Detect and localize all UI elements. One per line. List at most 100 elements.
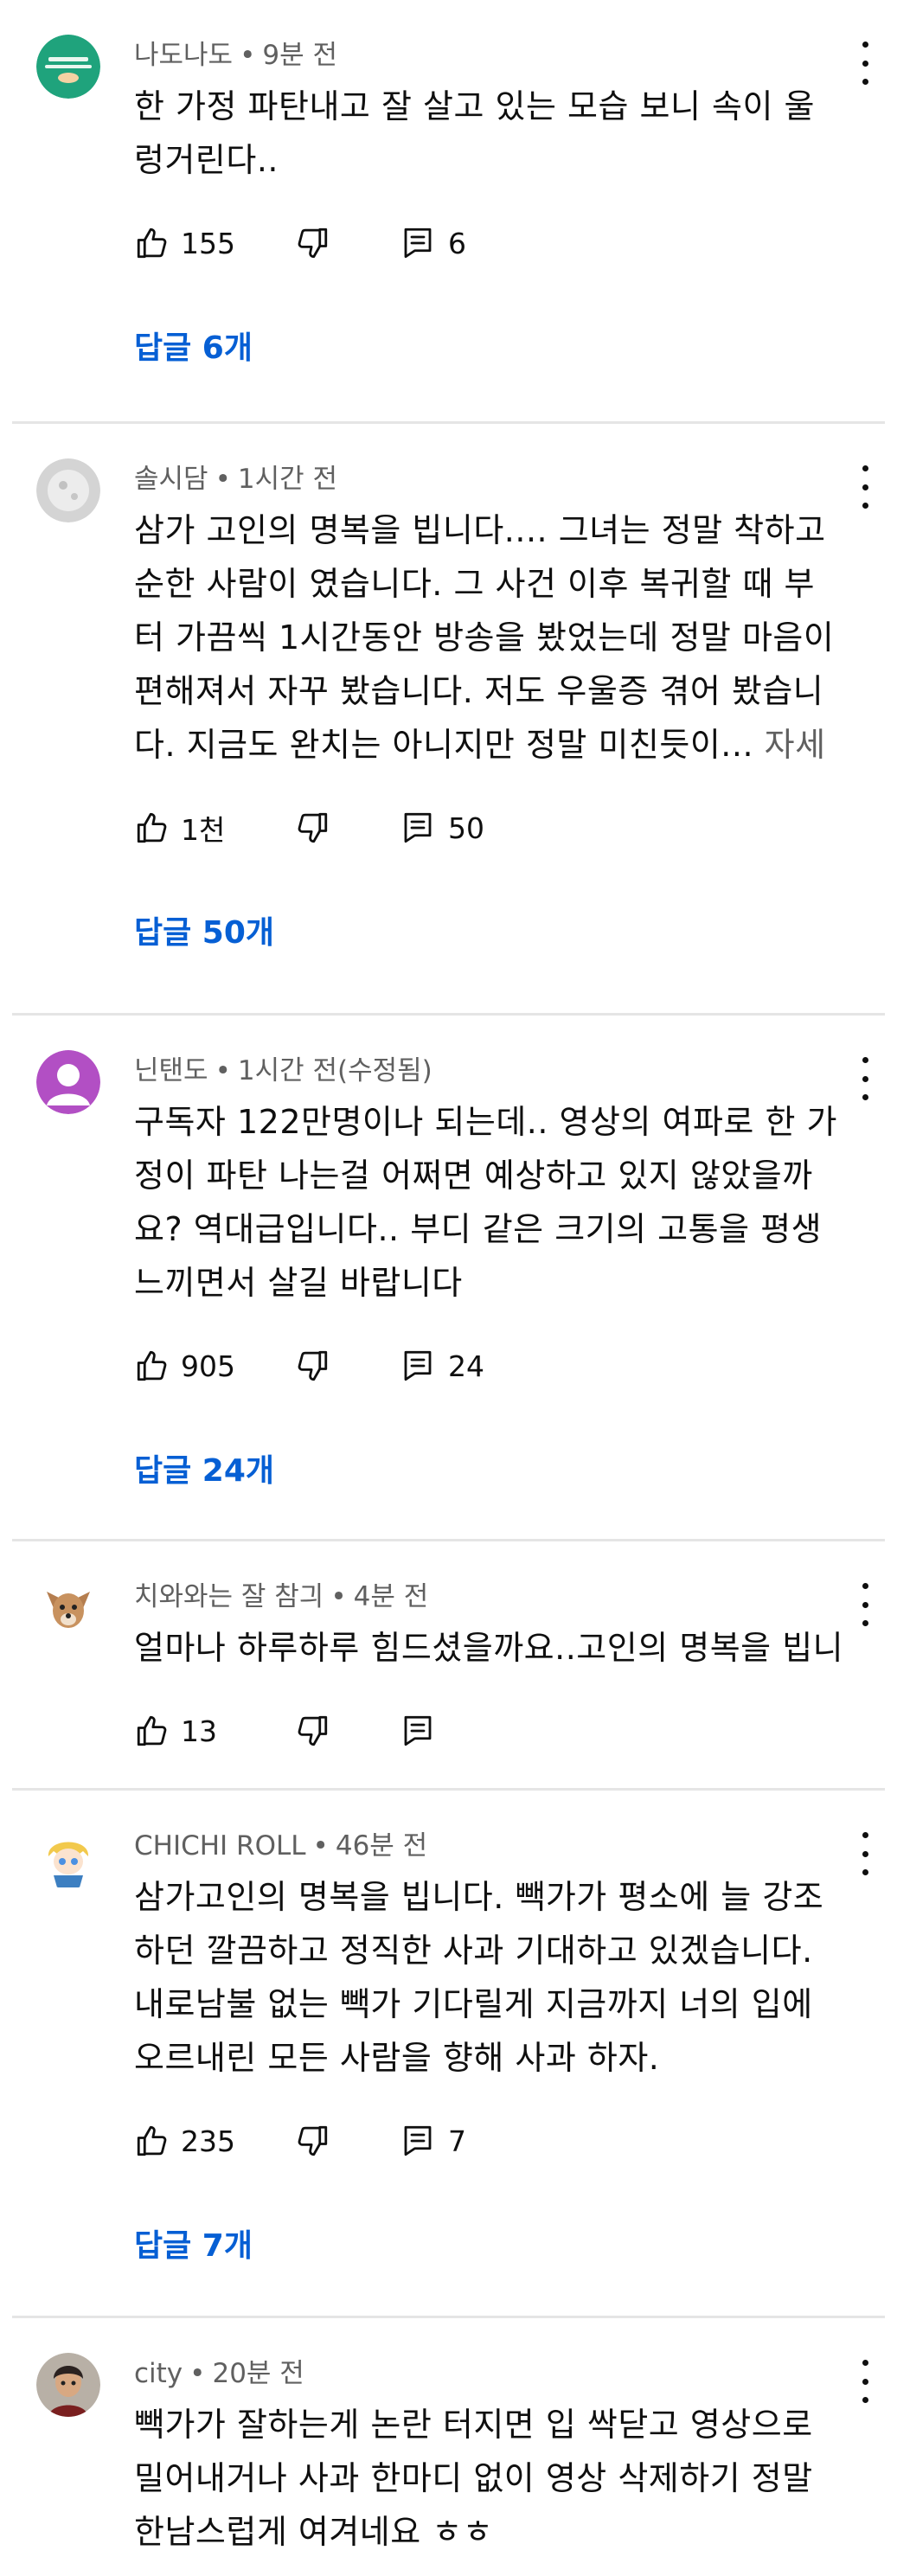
green-badge-avatar-icon[interactable] <box>36 35 100 99</box>
reply-button[interactable] <box>400 1713 436 1749</box>
comment-text: 한 가정 파탄내고 잘 살고 있는 모습 보니 속이 울렁거린다.. <box>134 80 845 187</box>
reply-button[interactable]: 7 <box>400 2123 466 2159</box>
reply-count: 7 <box>448 2124 466 2158</box>
more-options-icon[interactable] <box>852 465 878 509</box>
comment-thread: 솔시담 • 1시간 전삼가 고인의 명복을 빕니다.... 그녀는 정말 착하고 순… <box>0 424 897 1013</box>
comment-text: 빽가가 잘하는게 논란 터지면 입 싹닫고 영상으로 밀어내거나 사과 한마디 … <box>134 2398 845 2559</box>
comment-thread: city • 20분 전빽가가 잘하는게 논란 터지면 입 싹닫고 영상으로 밀어내… <box>0 2318 897 2576</box>
comment-thread: 닌탠도 • 1시간 전(수정됨) 구독자 122만명이나 되는데.. 영상의 여파로 … <box>0 1016 897 1539</box>
comment-body: CHICHI ROLL • 46분 전 삼가고인의 명복을 빕니다. 빽가가 평소에 … <box>134 1810 845 2268</box>
like-count: 1천 <box>181 813 226 847</box>
comment-reply-icon <box>400 810 436 846</box>
comment-author[interactable]: 솔시담 <box>134 464 208 495</box>
anime-character-avatar-icon[interactable] <box>36 1825 100 1889</box>
dislike-button[interactable] <box>294 810 330 846</box>
comment-time: 9분 전 <box>262 40 338 71</box>
like-button[interactable]: 13 <box>134 1713 272 1749</box>
thumbs-down-icon <box>294 225 330 261</box>
default-person-avatar-icon[interactable] <box>36 1050 100 1114</box>
comment-text: 구독자 122만명이나 되는데.. 영상의 여파로 한 가정이 파탄 나는걸 어… <box>134 1095 845 1310</box>
comment-meta: 치와와는 잘 참긔 • 4분 전 <box>134 1560 845 1616</box>
person-photo-avatar-icon[interactable] <box>36 2353 100 2417</box>
comment-text-content: 삼가 고인의 명복을 빕니다.... 그녀는 정말 착하고 순한 사람이 였습니… <box>134 511 835 764</box>
comment-meta: 닌탠도 • 1시간 전(수정됨) <box>134 1035 845 1090</box>
thumbs-down-icon <box>294 810 330 846</box>
comment-actions: 235 7 <box>134 2111 845 2171</box>
reply-button[interactable]: 24 <box>400 1348 484 1384</box>
comment-body: city • 20분 전빽가가 잘하는게 논란 터지면 입 싹닫고 영상으로 밀어내… <box>134 2337 845 2559</box>
comment-thread: 치와와는 잘 참긔 • 4분 전 얼마나 하루하루 힘드셨을까요..고인의 명복을 빕… <box>0 1541 897 1788</box>
like-count: 13 <box>181 1714 217 1748</box>
comment-actions: 155 6 <box>134 213 845 273</box>
more-options-icon[interactable] <box>852 1057 878 1100</box>
reply-count: 50 <box>448 811 484 845</box>
comment-reply-icon <box>400 2123 436 2159</box>
comment-body: 치와와는 잘 참긔 • 4분 전 얼마나 하루하루 힘드셨을까요..고인의 명복을 빕… <box>134 1560 845 1761</box>
thumbs-up-icon <box>134 225 170 261</box>
comment-time: 20분 전 <box>212 2358 304 2389</box>
thumbs-down-icon <box>294 1348 330 1384</box>
like-button[interactable]: 1천 <box>134 807 272 849</box>
more-options-icon[interactable] <box>852 1832 878 1875</box>
comment-text-content: 빽가가 잘하는게 논란 터지면 입 싹닫고 영상으로 밀어내거나 사과 한마디 … <box>134 2406 813 2551</box>
comment-text-content: 구독자 122만명이나 되는데.. 영상의 여파로 한 가정이 파탄 나는걸 어… <box>134 1103 837 1302</box>
reply-button[interactable]: 6 <box>400 225 466 261</box>
view-replies-link[interactable]: 답글 7개 <box>134 2225 253 2268</box>
comment-meta: CHICHI ROLL • 46분 전 <box>134 1810 845 1865</box>
comment-time: 46분 전 <box>335 1830 428 1862</box>
comment-body: 솔시담 • 1시간 전삼가 고인의 명복을 빕니다.... 그녀는 정말 착하고 순… <box>134 443 845 955</box>
like-count: 905 <box>181 1349 235 1383</box>
comment-actions: 13 <box>134 1701 845 1761</box>
comment-feed: 나도나도 • 9분 전한 가정 파탄내고 잘 살고 있는 모습 보니 속이 울렁거린… <box>0 0 897 2576</box>
comment-text: 삼가 고인의 명복을 빕니다.... 그녀는 정말 착하고 순한 사람이 였습니… <box>134 503 845 772</box>
like-button[interactable]: 155 <box>134 225 272 261</box>
reply-count: 24 <box>448 1349 484 1383</box>
comment-thread: CHICHI ROLL • 46분 전 삼가고인의 명복을 빕니다. 빽가가 평소에 … <box>0 1791 897 2316</box>
like-count: 235 <box>181 2124 235 2158</box>
like-button[interactable]: 905 <box>134 1348 272 1384</box>
thumbs-down-icon <box>294 1713 330 1749</box>
like-button[interactable]: 235 <box>134 2123 272 2159</box>
reply-button[interactable]: 50 <box>400 810 484 846</box>
more-options-icon[interactable] <box>852 2360 878 2403</box>
thumbs-up-icon <box>134 2123 170 2159</box>
dislike-button[interactable] <box>294 1713 330 1749</box>
like-count: 155 <box>181 226 235 260</box>
meta-separator: • <box>240 40 256 71</box>
comment-actions: 1천 50 <box>134 798 845 858</box>
comment-author[interactable]: 닌탠도 <box>134 1055 208 1086</box>
comment-body: 나도나도 • 9분 전한 가정 파탄내고 잘 살고 있는 모습 보니 속이 울렁거린… <box>134 19 845 370</box>
comment-time: 1시간 전 <box>237 464 337 495</box>
comment-meta: 나도나도 • 9분 전 <box>134 19 845 74</box>
comment-author[interactable]: CHICHI ROLL <box>134 1830 306 1862</box>
dislike-button[interactable] <box>294 225 330 261</box>
comment-reply-icon <box>400 1713 436 1749</box>
comment-text-content: 한 가정 파탄내고 잘 살고 있는 모습 보니 속이 울렁거린다.. <box>134 87 815 179</box>
dislike-button[interactable] <box>294 2123 330 2159</box>
comment-body: 닌탠도 • 1시간 전(수정됨) 구독자 122만명이나 되는데.. 영상의 여파로 … <box>134 1035 845 1493</box>
view-replies-link[interactable]: 답글 50개 <box>134 912 274 955</box>
comment-time: 1시간 전 <box>237 1055 337 1086</box>
comment-thread: 나도나도 • 9분 전한 가정 파탄내고 잘 살고 있는 모습 보니 속이 울렁거린… <box>0 0 897 421</box>
comment-time: 4분 전 <box>353 1581 429 1612</box>
meta-separator: • <box>189 2358 206 2389</box>
comment-author[interactable]: 치와와는 잘 참긔 <box>134 1581 324 1612</box>
grey-moon-avatar-icon[interactable] <box>36 458 100 522</box>
dog-avatar-icon[interactable] <box>36 1576 100 1640</box>
comment-reply-icon <box>400 225 436 261</box>
comment-meta: city • 20분 전 <box>134 2337 845 2393</box>
more-options-icon[interactable] <box>852 1583 878 1626</box>
more-options-icon[interactable] <box>852 42 878 85</box>
comment-author[interactable]: city <box>134 2358 183 2389</box>
thumbs-up-icon <box>134 1348 170 1384</box>
meta-separator: • <box>312 1830 329 1862</box>
view-replies-link[interactable]: 답글 24개 <box>134 1450 274 1493</box>
comment-meta: 솔시담 • 1시간 전 <box>134 443 845 498</box>
comment-actions: 905 24 <box>134 1336 845 1396</box>
dislike-button[interactable] <box>294 1348 330 1384</box>
comment-text: 삼가고인의 명복을 빕니다. 빽가가 평소에 늘 강조하던 깔끔하고 정직한 사… <box>134 1870 845 2085</box>
comment-author[interactable]: 나도나도 <box>134 40 233 71</box>
view-replies-link[interactable]: 답글 6개 <box>134 327 253 370</box>
reply-count: 6 <box>448 226 466 260</box>
meta-separator: • <box>215 464 231 495</box>
